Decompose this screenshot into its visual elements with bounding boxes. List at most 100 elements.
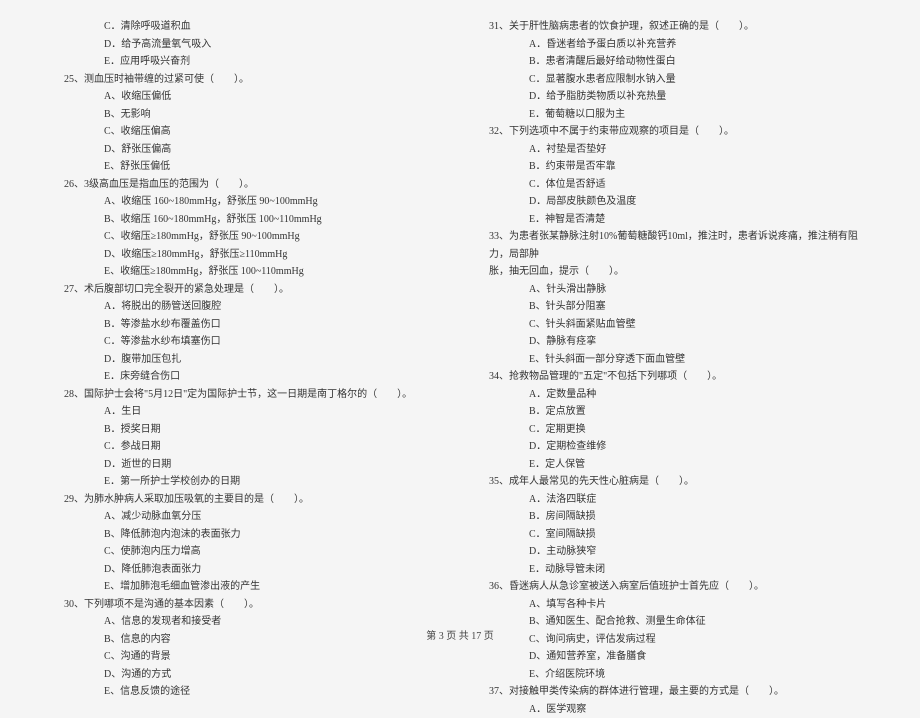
- option-text: A、收缩压 160~180mmHg，舒张压 90~100mmHg: [50, 193, 445, 211]
- stem-text: 测血压时袖带缠的过紧可使（ ）。: [84, 74, 249, 85]
- option-text: C．显著腹水患者应限制水钠入量: [475, 71, 870, 89]
- option-text: E．第一所护士学校创办的日期: [50, 473, 445, 491]
- stem-text: 为患者张某静脉注射10%葡萄糖酸钙10ml，推注时，患者诉说疼痛，推注稍有阻力，…: [489, 231, 858, 260]
- option-text: B．患者清醒后最好给动物性蛋白: [475, 53, 870, 71]
- option-text: A．衬垫是否垫好: [475, 141, 870, 159]
- option-text: E．葡萄糖以口服为主: [475, 106, 870, 124]
- option-text: C．参战日期: [50, 438, 445, 456]
- option-text: C．室间隔缺损: [475, 526, 870, 544]
- stem-text: 昏迷病人从急诊室被送入病室后值班护士首先应（ ）。: [509, 581, 764, 592]
- stem-text: 关于肝性脑病患者的饮食护理，叙述正确的是（ ）。: [509, 21, 754, 32]
- left-column: C．清除呼吸道积血 D．给予高流量氧气吸入 E．应用呼吸兴奋剂 25、测血压时袖…: [50, 18, 445, 608]
- option-text: D．局部皮肤颜色及温度: [475, 193, 870, 211]
- option-text: D、沟通的方式: [50, 666, 445, 684]
- option-text: D、舒张压偏高: [50, 141, 445, 159]
- question-number: 36、: [489, 581, 509, 592]
- option-text: B．房间隔缺损: [475, 508, 870, 526]
- question-number: 33、: [489, 231, 509, 242]
- option-text: D．给予高流量氧气吸入: [50, 36, 445, 54]
- option-text: C、收缩压≥180mmHg，舒张压 90~100mmHg: [50, 228, 445, 246]
- question-number: 25、: [64, 74, 84, 85]
- two-column-layout: C．清除呼吸道积血 D．给予高流量氧气吸入 E．应用呼吸兴奋剂 25、测血压时袖…: [50, 18, 870, 608]
- option-text: D、收缩压≥180mmHg，舒张压≥110mmHg: [50, 246, 445, 264]
- option-text: E．定人保管: [475, 456, 870, 474]
- stem-text: 术后腹部切口完全裂开的紧急处理是（ ）。: [84, 284, 289, 295]
- option-text: D．给予脂肪类物质以补充热量: [475, 88, 870, 106]
- question-stem: 29、为肺水肿病人采取加压吸氧的主要目的是（ ）。: [50, 491, 445, 509]
- question-stem: 27、术后腹部切口完全裂开的紧急处理是（ ）。: [50, 281, 445, 299]
- option-text: D．主动脉狭窄: [475, 543, 870, 561]
- option-text: E．神智是否清楚: [475, 211, 870, 229]
- question-number: 30、: [64, 599, 84, 610]
- question-number: 34、: [489, 371, 509, 382]
- stem-text: 3级高血压是指血压的范围为（ ）。: [84, 179, 254, 190]
- option-text: C．等渗盐水纱布填塞伤口: [50, 333, 445, 351]
- option-text: E、针头斜面一部分穿透下面血管壁: [475, 351, 870, 369]
- question-stem: 34、抢救物品管理的"五定"不包括下列哪项（ ）。: [475, 368, 870, 386]
- question-number: 26、: [64, 179, 84, 190]
- option-text: C．定期更换: [475, 421, 870, 439]
- option-text: E、增加肺泡毛细血管渗出液的产生: [50, 578, 445, 596]
- stem-text: 为肺水肿病人采取加压吸氧的主要目的是（ ）。: [84, 494, 309, 505]
- question-number: 32、: [489, 126, 509, 137]
- question-number: 29、: [64, 494, 84, 505]
- question-stem: 28、国际护士会将"5月12日"定为国际护士节，这一日期是南丁格尔的（ ）。: [50, 386, 445, 404]
- option-text: D、降低肺泡表面张力: [50, 561, 445, 579]
- stem-text: 国际护士会将"5月12日"定为国际护士节，这一日期是南丁格尔的（ ）。: [84, 389, 412, 400]
- question-number: 31、: [489, 21, 509, 32]
- option-text: B、针头部分阻塞: [475, 298, 870, 316]
- option-text: A、针头滑出静脉: [475, 281, 870, 299]
- stem-text: 下列哪项不是沟通的基本因素（ ）。: [84, 599, 259, 610]
- option-text: B、无影响: [50, 106, 445, 124]
- option-text: D．逝世的日期: [50, 456, 445, 474]
- option-text: A．昏迷者给予蛋白质以补充营养: [475, 36, 870, 54]
- option-text: C、沟通的背景: [50, 648, 445, 666]
- option-text: E．应用呼吸兴奋剂: [50, 53, 445, 71]
- option-text: E、介绍医院环境: [475, 666, 870, 684]
- question-number: 35、: [489, 476, 509, 487]
- option-text: C、针头斜面紧贴血管壁: [475, 316, 870, 334]
- option-text: A、减少动脉血氧分压: [50, 508, 445, 526]
- option-text: B．等渗盐水纱布覆盖伤口: [50, 316, 445, 334]
- option-text: E．床旁缝合伤口: [50, 368, 445, 386]
- option-text: A．医学观察: [475, 701, 870, 718]
- question-stem: 30、下列哪项不是沟通的基本因素（ ）。: [50, 596, 445, 614]
- option-text: C、使肺泡内压力增高: [50, 543, 445, 561]
- option-text: E、收缩压≥180mmHg，舒张压 100~110mmHg: [50, 263, 445, 281]
- question-stem: 25、测血压时袖带缠的过紧可使（ ）。: [50, 71, 445, 89]
- option-text: C、收缩压偏高: [50, 123, 445, 141]
- question-number: 37、: [489, 686, 509, 697]
- option-text: A、填写各种卡片: [475, 596, 870, 614]
- stem-text: 对接触甲类传染病的群体进行管理，最主要的方式是（ ）。: [509, 686, 784, 697]
- option-text: A．定数量品种: [475, 386, 870, 404]
- question-stem: 26、3级高血压是指血压的范围为（ ）。: [50, 176, 445, 194]
- option-text: A、收缩压偏低: [50, 88, 445, 106]
- option-text: B．约束带是否牢靠: [475, 158, 870, 176]
- option-text: B．授奖日期: [50, 421, 445, 439]
- option-text: A．法洛四联症: [475, 491, 870, 509]
- option-text: B、降低肺泡内泡沫的表面张力: [50, 526, 445, 544]
- option-text: D．腹带加压包扎: [50, 351, 445, 369]
- option-text: A．将脱出的肠管送回腹腔: [50, 298, 445, 316]
- stem-text: 抢救物品管理的"五定"不包括下列哪项（ ）。: [509, 371, 722, 382]
- option-text: D、静脉有痉挛: [475, 333, 870, 351]
- question-number: 28、: [64, 389, 84, 400]
- question-stem: 33、为患者张某静脉注射10%葡萄糖酸钙10ml，推注时，患者诉说疼痛，推注稍有…: [475, 228, 870, 263]
- option-text: C．清除呼吸道积血: [50, 18, 445, 36]
- question-stem: 32、下列选项中不属于约束带应观察的项目是（ ）。: [475, 123, 870, 141]
- stem-continuation: 胀，抽无回血，提示（ ）。: [475, 263, 870, 281]
- option-text: A．生日: [50, 403, 445, 421]
- question-stem: 35、成年人最常见的先天性心脏病是（ ）。: [475, 473, 870, 491]
- page-footer: 第 3 页 共 17 页: [0, 627, 920, 642]
- stem-text: 成年人最常见的先天性心脏病是（ ）。: [509, 476, 694, 487]
- option-text: B．定点放置: [475, 403, 870, 421]
- question-stem: 31、关于肝性脑病患者的饮食护理，叙述正确的是（ ）。: [475, 18, 870, 36]
- option-text: B、收缩压 160~180mmHg，舒张压 100~110mmHg: [50, 211, 445, 229]
- question-stem: 37、对接触甲类传染病的群体进行管理，最主要的方式是（ ）。: [475, 683, 870, 701]
- option-text: E、信息反馈的途径: [50, 683, 445, 701]
- question-number: 27、: [64, 284, 84, 295]
- question-stem: 36、昏迷病人从急诊室被送入病室后值班护士首先应（ ）。: [475, 578, 870, 596]
- stem-text: 下列选项中不属于约束带应观察的项目是（ ）。: [509, 126, 734, 137]
- option-text: E．动脉导管未闭: [475, 561, 870, 579]
- option-text: D、通知营养室，准备膳食: [475, 648, 870, 666]
